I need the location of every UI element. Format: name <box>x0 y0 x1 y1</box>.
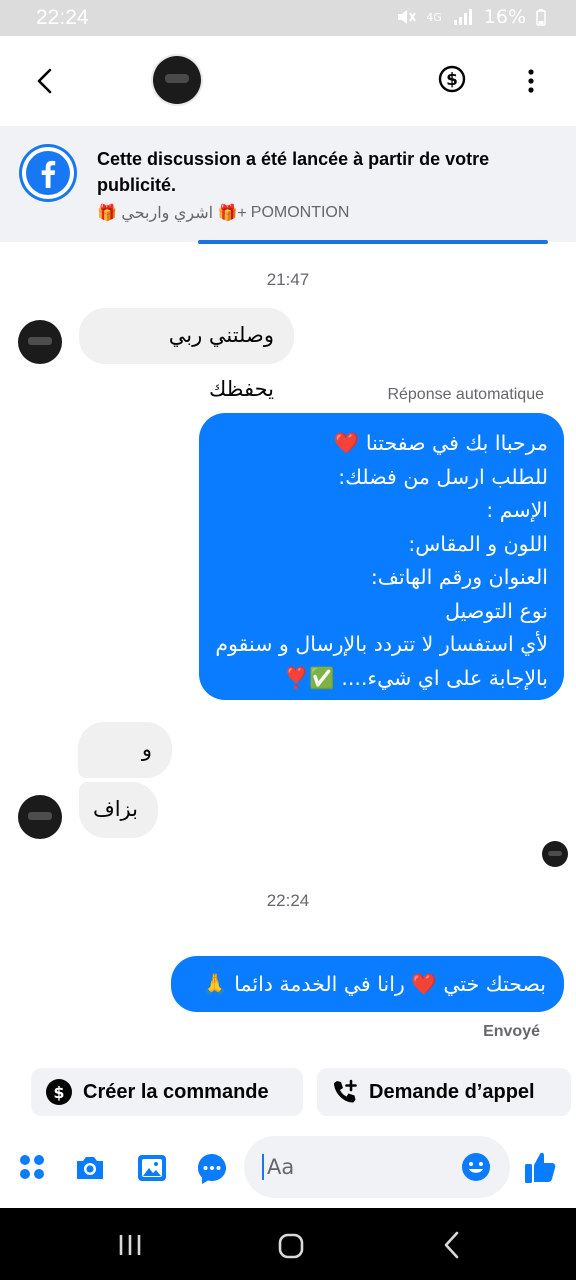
auto-reply-line: العنوان ورقم الهاتف: <box>370 565 548 589</box>
text-caret <box>262 1154 264 1180</box>
incoming-message[interactable]: وصلتني ربي يحفظك <box>79 308 294 401</box>
auto-reply-line: نوع التوصيل <box>445 598 548 623</box>
banner-accent-line <box>198 240 548 244</box>
seen-receipt-avatar <box>542 841 568 867</box>
network-label: 4G <box>426 10 442 24</box>
phone-plus-icon <box>334 1079 357 1103</box>
auto-reply-line: اللون و المقاس: <box>408 531 548 556</box>
incoming-message[interactable]: و شابة <box>78 722 172 815</box>
more-vertical-icon[interactable] <box>520 66 542 96</box>
facebook-logo-icon <box>19 144 77 202</box>
system-back-icon[interactable] <box>439 1230 465 1260</box>
auto-reply-label: Réponse automatique <box>387 386 544 403</box>
chevron-left-icon[interactable] <box>30 64 60 98</box>
battery-percent: 16% <box>483 6 526 28</box>
home-icon[interactable] <box>277 1232 305 1260</box>
auto-reply-line: الإسم : <box>486 498 548 522</box>
chat-bubble-icon[interactable] <box>196 1150 228 1186</box>
timestamp: 21:47 <box>266 270 310 289</box>
contact-avatar[interactable] <box>18 320 62 364</box>
timestamp: 22:24 <box>266 891 310 910</box>
camera-icon[interactable] <box>74 1150 106 1186</box>
status-time: 22:24 <box>36 6 89 29</box>
call-request-label: Demande d’appel <box>369 1080 535 1103</box>
create-order-label: Créer la commande <box>83 1080 269 1103</box>
signal-icon <box>453 9 472 25</box>
banner-title: Cette discussion a été lancée à partir d… <box>97 149 490 195</box>
incoming-message[interactable]: بزاف <box>79 782 158 838</box>
recent-apps-icon[interactable] <box>117 1232 143 1258</box>
page-avatar[interactable] <box>153 56 201 104</box>
auto-reply-line: لأي استفسار لا تتردد بالإرسال و سنقوم <box>215 632 548 656</box>
status-bar: 22:24 4G 16% <box>0 0 576 36</box>
auto-reply-message[interactable]: مرحباا بك في صفحتنا ❤️ للطلب ارسل من فضل… <box>199 413 564 700</box>
status-right: 4G 16% <box>396 6 546 28</box>
mute-icon <box>398 10 417 24</box>
banner-subtitle-prefix: 🎁 اشري واربحي 🎁+ <box>97 205 247 222</box>
outgoing-message[interactable]: بصحتك ختي ❤️ رانا في الخدمة دائما 🙏 <box>171 956 564 1012</box>
create-order-button[interactable]: $ Créer la commande <box>31 1068 303 1116</box>
thumbs-up-icon[interactable] <box>522 1148 558 1186</box>
auto-reply-line: مرحباا بك في صفحتنا ❤️ <box>333 431 548 455</box>
apps-grid-icon[interactable] <box>16 1150 48 1186</box>
message-status: Envoyé <box>483 1023 540 1040</box>
banner-subtitle-brand: POMONTION <box>250 204 350 221</box>
message-input-placeholder: Aa <box>267 1155 295 1179</box>
svg-text:$: $ <box>53 1083 64 1102</box>
auto-reply-line: بالإجابة على اي شيء.... ✅❣️ <box>283 665 548 690</box>
svg-text:$: $ <box>446 70 458 90</box>
system-nav-bar <box>0 1208 576 1280</box>
dollar-circle-icon: $ <box>46 1079 72 1105</box>
banner-subtitle[interactable]: 🎁 اشري واربحي 🎁+ POMONTION <box>97 203 349 223</box>
contact-avatar[interactable] <box>18 795 62 839</box>
emoji-icon[interactable] <box>460 1151 492 1183</box>
auto-reply-line: للطلب ارسل من فضلك: <box>338 464 548 489</box>
dollar-circle-icon[interactable]: $ <box>437 64 467 94</box>
battery-icon <box>536 9 546 26</box>
chat-header: $ <box>0 36 576 126</box>
gallery-icon[interactable] <box>136 1150 168 1186</box>
call-request-button[interactable]: Demande d’appel <box>317 1068 571 1116</box>
